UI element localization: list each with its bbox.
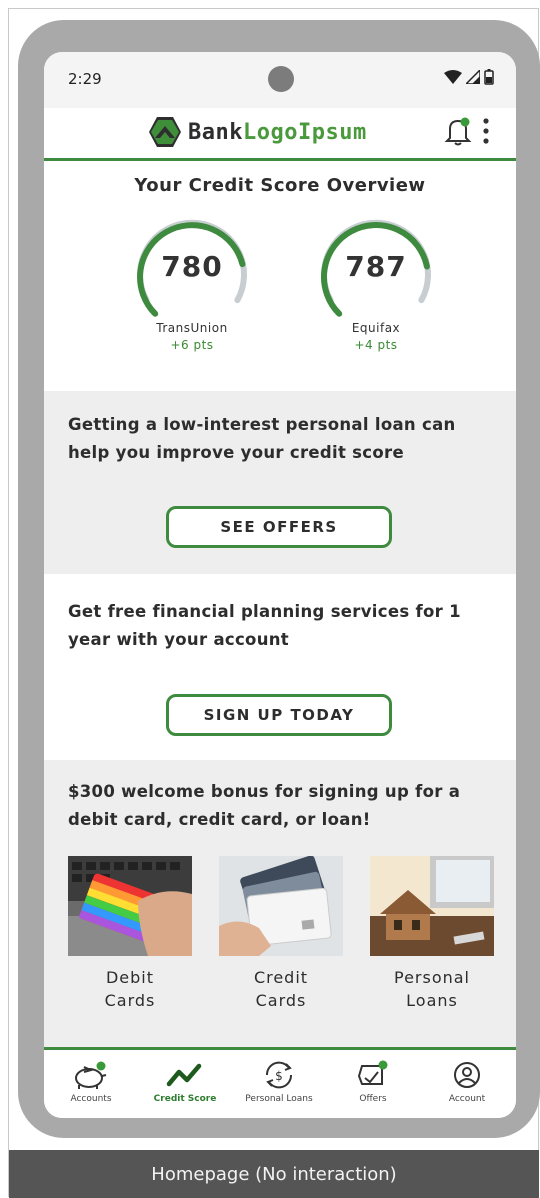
- user-circle-icon: [454, 1062, 480, 1088]
- logo-ipsum-text: LogoIpsum: [242, 119, 367, 145]
- nav-personal-loans-label: Personal Loans: [245, 1094, 313, 1104]
- app-screen: 2:29 BankLogoIpsum Your Credit Score Ove…: [44, 52, 516, 1118]
- equifax-label: Equifax: [351, 321, 401, 335]
- nav-credit-score-label: Credit Score: [153, 1094, 217, 1104]
- camera-cutout: [268, 66, 294, 92]
- phone-device: 2:29 BankLogoIpsum Your Credit Score Ove…: [18, 20, 540, 1138]
- dollar-cycle-icon: $: [265, 1061, 293, 1089]
- planning-promo-section: Get free financial planning services for…: [44, 574, 516, 760]
- nav-account-label: Account: [448, 1094, 486, 1104]
- piggy-bank-icon: [75, 1061, 107, 1089]
- bonus-promo-text: $300 welcome bonus for signing up for a …: [68, 782, 461, 829]
- logo-hexagon-icon: [149, 117, 181, 147]
- debit-cards-tile[interactable]: Debit Cards: [68, 856, 192, 1012]
- bottom-navigation: Accounts Credit Score $ Personal Loans O…: [44, 1047, 516, 1118]
- credit-label-line1: Credit: [253, 968, 309, 987]
- app-header: BankLogoIpsum: [44, 108, 516, 161]
- equifax-score: 787: [345, 250, 407, 283]
- nav-offers-label: Offers: [359, 1094, 387, 1104]
- planning-promo-text: Get free financial planning services for…: [68, 602, 461, 649]
- more-menu-icon[interactable]: [482, 117, 490, 145]
- status-bar: 2:29: [44, 52, 516, 108]
- transunion-change: +6 pts: [170, 338, 214, 352]
- loans-label-line1: Personal: [393, 968, 470, 987]
- personal-loans-tile[interactable]: Personal Loans: [370, 856, 494, 1012]
- equifax-gauge[interactable]: 787: [316, 217, 436, 337]
- offers-icon: [357, 1060, 388, 1085]
- credit-label-line2: Cards: [255, 991, 307, 1010]
- nav-account[interactable]: Account: [420, 1060, 514, 1104]
- transunion-label: TransUnion: [156, 321, 228, 335]
- transunion-score: 780: [161, 250, 223, 283]
- debit-label-line1: Debit: [105, 968, 155, 987]
- credit-score-overview: Your Credit Score Overview 780 TransUnio…: [44, 161, 516, 391]
- screen-caption: Homepage (No interaction): [9, 1150, 539, 1198]
- debit-card-image: [68, 856, 192, 956]
- nav-personal-loans[interactable]: $ Personal Loans: [232, 1060, 326, 1104]
- wifi-icon: [444, 70, 462, 84]
- bonus-promo-section: $300 welcome bonus for signing up for a …: [44, 760, 516, 1047]
- nav-offers[interactable]: Offers: [326, 1060, 420, 1104]
- debit-label-line2: Cards: [104, 991, 156, 1010]
- transunion-gauge[interactable]: 780: [132, 217, 252, 337]
- loans-label-line2: Loans: [406, 991, 458, 1010]
- trend-line-icon: [166, 1063, 202, 1087]
- sign-up-today-button[interactable]: SIGN UP TODAY: [166, 694, 392, 736]
- credit-cards-tile[interactable]: Credit Cards: [219, 856, 343, 1012]
- signal-icon: [466, 70, 480, 84]
- loan-promo-section: Getting a low-interest personal loan can…: [44, 391, 516, 574]
- battery-icon: [484, 69, 494, 85]
- product-cards: Debit Cards Credit Cards Personal Loans: [68, 856, 498, 1016]
- status-time: 2:29: [68, 70, 102, 88]
- see-offers-button[interactable]: SEE OFFERS: [166, 506, 392, 548]
- personal-loan-image: [370, 856, 494, 956]
- svg-text:$: $: [275, 1069, 283, 1083]
- loan-promo-text: Getting a low-interest personal loan can…: [68, 415, 456, 462]
- credit-overview-title: Your Credit Score Overview: [134, 175, 426, 196]
- nav-accounts-label: Accounts: [70, 1094, 112, 1104]
- logo-bank-text: Bank: [188, 119, 243, 145]
- nav-accounts[interactable]: Accounts: [44, 1060, 138, 1104]
- notification-bell-icon[interactable]: [444, 116, 472, 146]
- bank-logo[interactable]: BankLogoIpsum: [148, 116, 367, 148]
- equifax-change: +4 pts: [354, 338, 398, 352]
- credit-card-image: [219, 856, 343, 956]
- nav-credit-score[interactable]: Credit Score: [138, 1060, 232, 1104]
- system-icons: [444, 69, 494, 85]
